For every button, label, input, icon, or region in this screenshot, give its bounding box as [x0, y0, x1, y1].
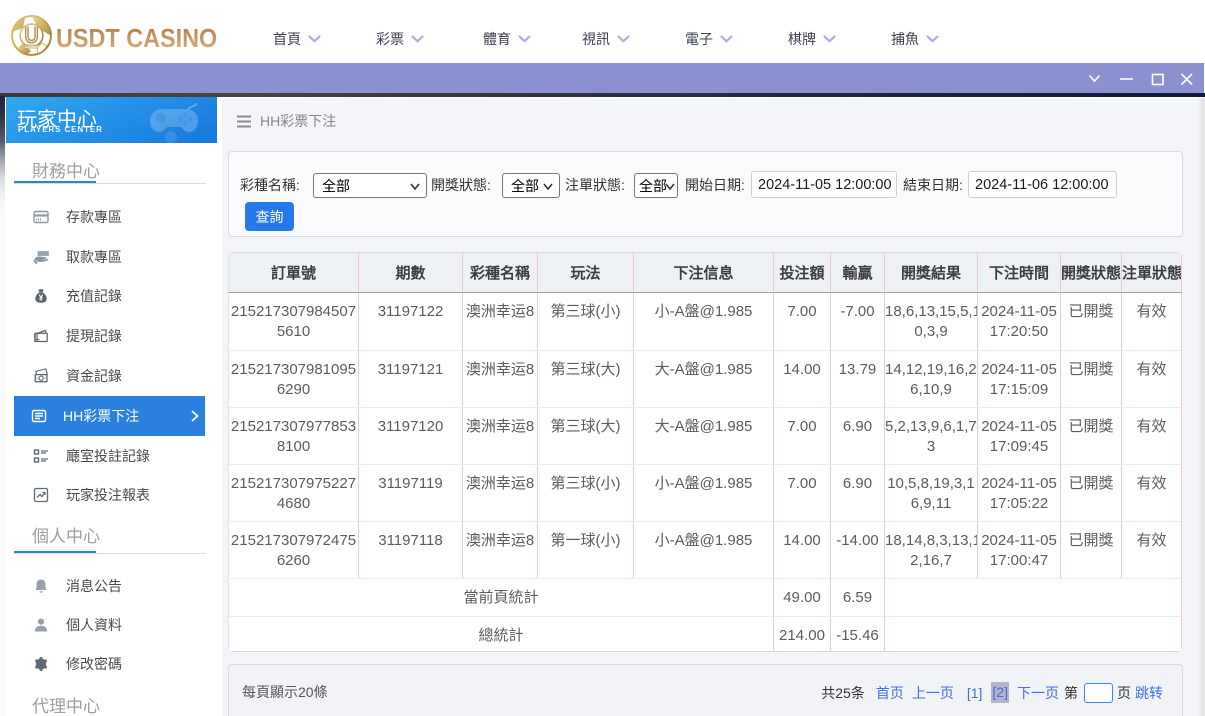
- svg-text:CASINO: CASINO: [25, 45, 39, 49]
- svg-text:¥: ¥: [39, 293, 44, 302]
